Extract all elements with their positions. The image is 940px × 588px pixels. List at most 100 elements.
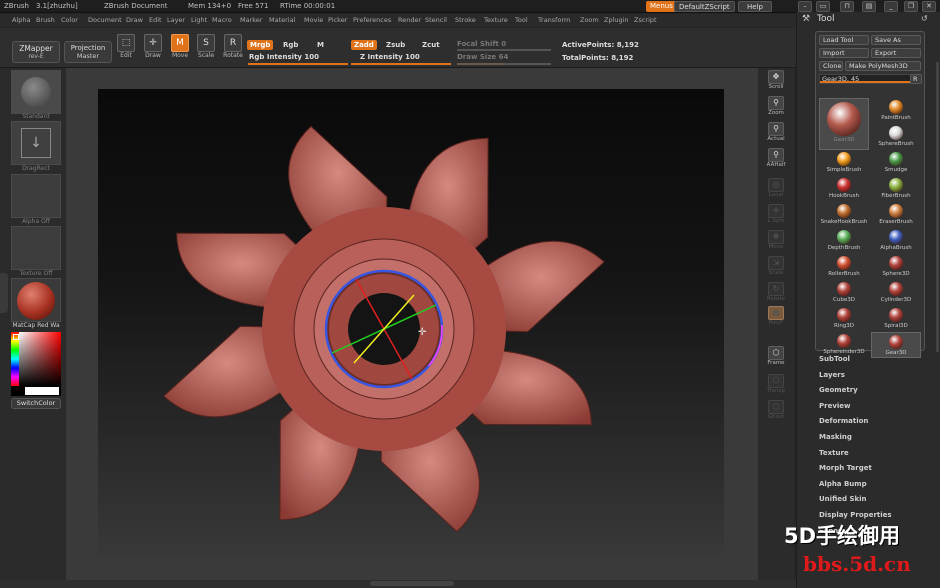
edit-tool[interactable]: ⬚ Edit bbox=[114, 34, 138, 62]
zadd-button[interactable]: Zadd bbox=[351, 40, 377, 50]
lock-icon[interactable]: ⊓ bbox=[840, 1, 854, 12]
save-as-button[interactable]: Save As bbox=[871, 35, 921, 45]
section-deformation[interactable]: Deformation bbox=[819, 417, 868, 425]
tool-item-paintbrush[interactable]: PaintBrush bbox=[871, 98, 921, 124]
zsub-button[interactable]: Zsub bbox=[383, 40, 408, 50]
menu-marker[interactable]: Marker bbox=[240, 16, 262, 24]
zcut-button[interactable]: Zcut bbox=[419, 40, 443, 50]
tool-item-rollerbrush[interactable]: RollerBrush bbox=[819, 254, 869, 280]
texture-tile[interactable] bbox=[11, 226, 61, 270]
menu-picker[interactable]: Picker bbox=[328, 16, 347, 24]
section-morph-target[interactable]: Morph Target bbox=[819, 464, 872, 472]
dragrect-tile[interactable]: ↓ bbox=[11, 121, 61, 165]
section-geometry[interactable]: Geometry bbox=[819, 386, 858, 394]
draw-size-track[interactable] bbox=[457, 63, 551, 65]
minimize-icon[interactable]: – bbox=[798, 1, 812, 12]
section-display-properties[interactable]: Display Properties bbox=[819, 511, 892, 519]
make-polymesh-button[interactable]: Make PolyMesh3D bbox=[845, 61, 921, 71]
local-button[interactable]: ◎ Local bbox=[763, 178, 789, 200]
clone-button[interactable]: Clone bbox=[819, 61, 843, 71]
section-unified-skin[interactable]: Unified Skin bbox=[819, 495, 867, 503]
tool-item-cylinder3d[interactable]: Cylinder3D bbox=[871, 280, 921, 306]
secondary-color-swatch[interactable] bbox=[25, 387, 59, 395]
menu-layer[interactable]: Layer bbox=[167, 16, 185, 24]
export-button[interactable]: Export bbox=[871, 48, 921, 58]
scale-view-button[interactable]: ⇲ Scale bbox=[763, 256, 789, 278]
section-alpha-bump[interactable]: Alpha Bump bbox=[819, 480, 867, 488]
rgb-intensity-track[interactable] bbox=[248, 63, 348, 65]
help-button[interactable]: Help bbox=[738, 1, 772, 12]
menus-button[interactable]: Menus bbox=[646, 1, 677, 12]
aahalf-button[interactable]: ⚲ AAHalf bbox=[763, 148, 789, 170]
saturation-square[interactable] bbox=[19, 332, 61, 386]
menu-material[interactable]: Material bbox=[269, 16, 295, 24]
rotate-view-button[interactable]: ↻ Rotate bbox=[763, 282, 789, 304]
menu-brush[interactable]: Brush bbox=[36, 16, 55, 24]
menu-tool[interactable]: Tool bbox=[515, 16, 528, 24]
switch-color-button[interactable]: SwitchColor bbox=[11, 398, 61, 409]
menu-alpha[interactable]: Alpha bbox=[12, 16, 30, 24]
z-intensity-track[interactable] bbox=[351, 63, 451, 65]
scroll-button[interactable]: ✥ Scroll bbox=[763, 70, 789, 92]
ghost-button[interactable]: ⬡ Ghost bbox=[763, 400, 789, 422]
tool-item-cube3d[interactable]: Cube3D bbox=[819, 280, 869, 306]
tool-item-eraserbrush[interactable]: EraserBrush bbox=[871, 202, 921, 228]
focal-shift-track[interactable] bbox=[457, 49, 551, 51]
mrgb-button[interactable]: Mrgb bbox=[247, 40, 274, 50]
menu-draw[interactable]: Draw bbox=[126, 16, 143, 24]
menu-light[interactable]: Light bbox=[191, 16, 207, 24]
transp-button[interactable]: ⬡ Transp bbox=[763, 374, 789, 396]
tool-item-ring3d[interactable]: Ring3D bbox=[819, 306, 869, 332]
tool-item-hookbrush[interactable]: HookBrush bbox=[819, 176, 869, 202]
load-tool-button[interactable]: Load Tool bbox=[819, 35, 869, 45]
menu-stencil[interactable]: Stencil bbox=[425, 16, 447, 24]
rgb-button[interactable]: Rgb bbox=[280, 40, 301, 50]
projection-master-button[interactable]: Projection Master bbox=[64, 41, 112, 63]
tool-item-simplebrush[interactable]: SimpleBrush bbox=[819, 150, 869, 176]
move-tool[interactable]: M Move bbox=[168, 34, 192, 62]
tool-item-sphere3d[interactable]: Sphere3D bbox=[871, 254, 921, 280]
menu-preferences[interactable]: Preferences bbox=[353, 16, 391, 24]
gear-model[interactable]: ✛ bbox=[98, 89, 724, 555]
section-preview[interactable]: Preview bbox=[819, 402, 851, 410]
menu-zplugin[interactable]: Zplugin bbox=[604, 16, 629, 24]
tool-item-gear3d[interactable]: Gear3D bbox=[819, 98, 869, 150]
section-masking[interactable]: Masking bbox=[819, 433, 852, 441]
polyf-button[interactable]: ▦ PolyF bbox=[763, 306, 789, 328]
import-button[interactable]: Import bbox=[819, 48, 869, 58]
section-subtool[interactable]: SubTool bbox=[819, 355, 850, 363]
rgb-intensity-slider[interactable]: Rgb Intensity 100 bbox=[249, 53, 319, 61]
tool-item-depthbrush[interactable]: DepthBrush bbox=[819, 228, 869, 254]
tool-item-gear3d[interactable]: Gear3D bbox=[871, 332, 921, 358]
menu-color[interactable]: Color bbox=[61, 16, 78, 24]
zmapper-button[interactable]: ZMapper rev-E bbox=[12, 41, 60, 63]
hue-strip[interactable] bbox=[11, 332, 19, 386]
tool-item-smudge[interactable]: Smudge bbox=[871, 150, 921, 176]
z-intensity-slider[interactable]: Z Intensity 100 bbox=[360, 53, 420, 61]
left-tray-handle[interactable] bbox=[0, 273, 8, 313]
move-view-button[interactable]: ✥ Move bbox=[763, 230, 789, 252]
lsym-button[interactable]: ✛ L.Sym bbox=[763, 204, 789, 226]
r-button[interactable]: R bbox=[910, 74, 922, 84]
menu-render[interactable]: Render bbox=[398, 16, 421, 24]
menu-edit[interactable]: Edit bbox=[149, 16, 162, 24]
current-tool-slider[interactable]: Gear3D. 45 bbox=[819, 74, 911, 84]
actual-button[interactable]: ⚲ Actual bbox=[763, 122, 789, 144]
zoom-button[interactable]: ⚲ Zoom bbox=[763, 96, 789, 118]
tool-item-snakehookbrush[interactable]: SnakeHookBrush bbox=[819, 202, 869, 228]
standard-brush-tile[interactable] bbox=[11, 70, 61, 114]
menu-document[interactable]: Document bbox=[88, 16, 122, 24]
window-close-icon[interactable]: ✕ bbox=[922, 1, 936, 12]
rotate-tool[interactable]: R Rotate bbox=[221, 34, 245, 62]
menu-macro[interactable]: Macro bbox=[212, 16, 232, 24]
menu-texture[interactable]: Texture bbox=[484, 16, 508, 24]
material-tile[interactable] bbox=[11, 278, 61, 322]
layout-icon[interactable]: ▭ bbox=[816, 1, 830, 12]
tool-item-fiberbrush[interactable]: FiberBrush bbox=[871, 176, 921, 202]
menu-transform[interactable]: Transform bbox=[538, 16, 570, 24]
tool-item-alphabrush[interactable]: AlphaBrush bbox=[871, 228, 921, 254]
bottom-tray-handle[interactable] bbox=[370, 581, 454, 586]
primary-secondary-swatch[interactable] bbox=[11, 386, 61, 396]
section-texture[interactable]: Texture bbox=[819, 449, 849, 457]
m-button[interactable]: M bbox=[314, 40, 327, 50]
